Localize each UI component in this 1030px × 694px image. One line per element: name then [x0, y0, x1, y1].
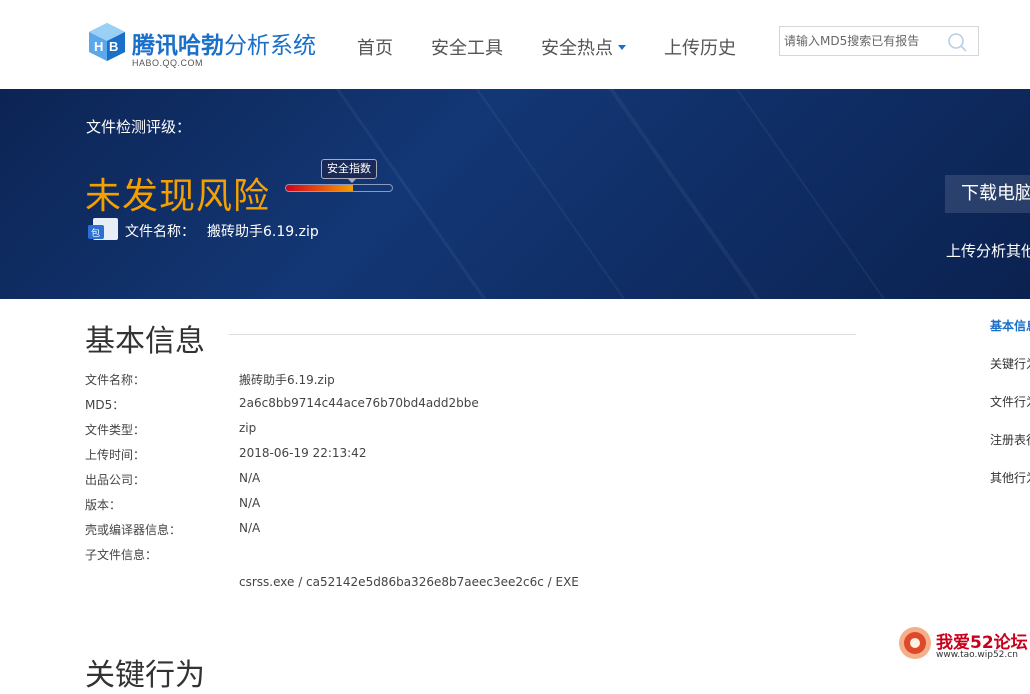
banner-file-name: 文件名称： 搬砖助手6.19.zip — [125, 221, 319, 241]
risk-result: 未发现风险 — [85, 176, 271, 217]
nav-item-hot[interactable]: 安全热点 — [541, 34, 626, 60]
info-label: 文件名称： — [85, 373, 146, 387]
info-value: 2a6c8bb9714c44ace76b70bd4add2bbe — [239, 396, 479, 410]
search-icon[interactable] — [946, 31, 968, 53]
section-divider — [229, 334, 856, 335]
info-label: 版本： — [85, 498, 122, 512]
nav-item-label: 安全热点 — [541, 38, 613, 59]
info-label: 上传时间： — [85, 448, 146, 462]
download-button[interactable]: 下载电脑 — [945, 175, 1030, 213]
side-nav-basic-info[interactable]: 基本信息 — [990, 317, 1030, 334]
info-label: MD5： — [85, 398, 125, 412]
info-value: N/A — [239, 521, 261, 535]
svg-text:B: B — [109, 39, 118, 54]
info-label: 壳或编译器信息： — [85, 523, 182, 537]
result-banner: 文件检测评级： 未发现风险 安全指数 包 文件名称： 搬砖助手6.19.zip 下… — [0, 89, 1030, 299]
side-nav-registry-behavior[interactable]: 注册表行 — [990, 431, 1030, 448]
search-box — [779, 26, 979, 56]
habo-logo[interactable]: H B 腾讯哈勃分析系统 HABO.QQ.COM — [88, 20, 328, 70]
safety-index-badge: 安全指数 — [321, 159, 377, 183]
safety-meter — [285, 184, 393, 192]
info-value: 搬砖助手6.19.zip — [239, 373, 335, 387]
file-icon-text: 包 — [91, 227, 100, 239]
info-value: 2018-06-19 22:13:42 — [239, 446, 367, 460]
subfile-entry: csrss.exe / ca52142e5d86ba326e8b7aeec3ee… — [239, 575, 579, 589]
nav-item-home[interactable]: 首页 — [357, 34, 393, 60]
top-header: H B 腾讯哈勃分析系统 HABO.QQ.COM 首页 安全工具 安全热点 上传… — [0, 0, 1030, 89]
info-label: 子文件信息： — [85, 548, 158, 562]
side-nav-file-behavior[interactable]: 文件行为 — [990, 393, 1030, 410]
file-name-value: 搬砖助手6.19.zip — [207, 224, 319, 240]
banner-decoration — [602, 89, 802, 299]
main-nav: 首页 安全工具 安全热点 上传历史 — [357, 34, 774, 60]
info-label: 出品公司： — [85, 473, 146, 487]
file-name-label: 文件名称： — [125, 224, 195, 240]
nav-item-label: 首页 — [357, 38, 393, 59]
logo-title: 腾讯哈勃分析系统 — [132, 26, 316, 60]
nav-item-tools[interactable]: 安全工具 — [431, 34, 503, 60]
side-nav-key-behavior[interactable]: 关键行为 — [990, 355, 1030, 372]
rating-label: 文件检测评级： — [86, 118, 192, 136]
upload-other-link[interactable]: 上传分析其他 — [946, 240, 1030, 261]
basic-info-title: 基本信息 — [85, 324, 205, 359]
package-file-icon: 包 — [88, 218, 118, 240]
logo-subtitle: HABO.QQ.COM — [132, 58, 204, 68]
key-behavior-title: 关键行为 — [85, 658, 205, 693]
caret-down-icon — [618, 44, 626, 50]
watermark-url: www.tao.wip52.cn — [936, 650, 1018, 660]
nav-item-label: 安全工具 — [431, 38, 503, 59]
info-value: N/A — [239, 496, 261, 510]
logo-title-rest: 分析系统 — [224, 33, 316, 59]
info-value: N/A — [239, 471, 261, 485]
safety-meter-fill — [286, 185, 353, 191]
banner-decoration — [716, 89, 926, 299]
forum-seal-icon — [899, 627, 931, 659]
banner-decoration — [328, 89, 515, 299]
info-label: 文件类型： — [85, 423, 146, 437]
forum-watermark: 我爱52论坛 www.tao.wip52.cn — [896, 620, 1030, 668]
logo-title-strong: 腾讯哈勃 — [132, 33, 224, 59]
info-value: zip — [239, 421, 257, 435]
search-input[interactable] — [780, 27, 944, 55]
logo-cube-icon: H B — [89, 23, 125, 61]
side-nav-other-behavior[interactable]: 其他行为 — [990, 469, 1030, 486]
nav-item-label: 上传历史 — [664, 38, 736, 59]
svg-text:H: H — [94, 39, 103, 54]
nav-item-history[interactable]: 上传历史 — [664, 34, 736, 60]
